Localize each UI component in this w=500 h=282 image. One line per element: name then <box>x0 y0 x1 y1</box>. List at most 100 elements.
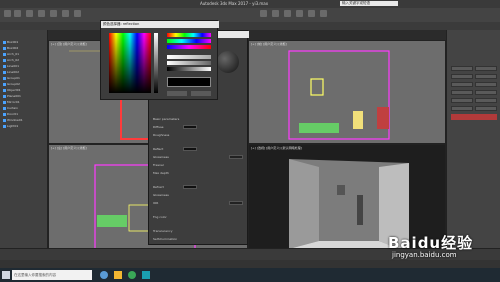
param-label: Max depth <box>153 171 169 175</box>
list-item[interactable]: Group01 <box>3 76 45 80</box>
utilities-button[interactable] <box>475 82 497 87</box>
hierarchy-button[interactable] <box>451 74 473 79</box>
list-item[interactable]: Light01 <box>3 124 45 128</box>
object-type-button[interactable] <box>451 106 473 111</box>
eye-icon[interactable] <box>3 106 6 110</box>
reset-button[interactable] <box>167 91 187 96</box>
list-item[interactable]: Line001 <box>3 64 45 68</box>
refract-swatch[interactable] <box>183 185 197 189</box>
diffuse-swatch[interactable] <box>183 125 197 129</box>
glossiness-field[interactable] <box>229 155 243 159</box>
baidu-watermark: Baidu经验 jingyan.baidu.com <box>384 232 496 262</box>
select-icon[interactable] <box>38 10 45 17</box>
param-label: Fog color <box>153 215 167 219</box>
mirror-icon[interactable] <box>272 10 279 17</box>
list-item[interactable]: Box001 <box>3 40 45 44</box>
undo-icon[interactable] <box>4 10 11 17</box>
list-item[interactable]: Window01 <box>3 118 45 122</box>
create-button[interactable] <box>451 66 473 71</box>
list-item[interactable]: Arch_02 <box>3 58 45 62</box>
saturation-slider[interactable] <box>167 61 211 65</box>
command-panel <box>446 30 500 262</box>
param-label: Diffuse <box>153 125 164 129</box>
modify-button[interactable] <box>475 66 497 71</box>
eye-icon[interactable] <box>3 100 6 104</box>
browser-icon[interactable] <box>100 271 108 279</box>
windows-start-icon[interactable] <box>2 271 10 279</box>
render-setup-icon[interactable] <box>308 10 315 17</box>
rotate-icon[interactable] <box>62 10 69 17</box>
material-editor-icon[interactable] <box>296 10 303 17</box>
material-sphere[interactable] <box>217 51 239 73</box>
whiteness-bar[interactable] <box>154 33 158 93</box>
list-item[interactable]: Curtain <box>3 106 45 110</box>
list-item[interactable]: Group02 <box>3 82 45 86</box>
eye-icon[interactable] <box>3 82 6 86</box>
param-label: Refract <box>153 185 164 189</box>
list-item[interactable]: Box002 <box>3 46 45 50</box>
green-slider[interactable] <box>167 39 211 43</box>
ribbon-bar <box>0 22 500 30</box>
taskbar-search[interactable]: 在这里输入你要搜索的内容 <box>12 270 92 280</box>
ok-button[interactable] <box>191 91 211 96</box>
motion-button[interactable] <box>475 74 497 79</box>
section-title[interactable]: Basic parameters <box>153 117 245 122</box>
object-type-button[interactable] <box>475 106 497 111</box>
eye-icon[interactable] <box>3 88 6 92</box>
window-title: Autodesk 3ds Max 2017 - yi3.max <box>200 1 269 6</box>
dialog-title[interactable]: 颜色选择器: reflection <box>101 21 219 28</box>
eye-icon[interactable] <box>3 124 6 128</box>
viewport-label[interactable]: [+] [顶] [用户定义] [线框] <box>51 42 87 46</box>
scale-icon[interactable] <box>74 10 81 17</box>
blue-slider[interactable] <box>167 45 211 49</box>
hue-slider[interactable] <box>167 55 211 59</box>
app-icon[interactable] <box>128 271 136 279</box>
viewport-label[interactable]: [+] [透视] [用户定义] [默认明暗处理] <box>251 146 302 150</box>
ior-field[interactable] <box>229 201 243 205</box>
param-label: Glossiness <box>153 193 169 197</box>
move-icon[interactable] <box>50 10 57 17</box>
scene-explorer: Box001 Box002 Arch_01 Arch_02 Line001 Li… <box>0 30 48 262</box>
eye-icon[interactable] <box>3 118 6 122</box>
max-app-icon[interactable] <box>142 271 150 279</box>
object-type-button[interactable] <box>475 98 497 103</box>
snap-icon[interactable] <box>260 10 267 17</box>
align-icon[interactable] <box>284 10 291 17</box>
search-input[interactable]: 输入关键字或短语 <box>340 1 398 6</box>
eye-icon[interactable] <box>3 64 6 68</box>
viewport-label[interactable]: [+] [前] [用户定义] [线框] <box>251 42 287 46</box>
object-type-button[interactable] <box>475 90 497 95</box>
reflect-swatch[interactable] <box>183 147 197 151</box>
list-item[interactable]: Plane001 <box>3 94 45 98</box>
object-type-button[interactable] <box>451 98 473 103</box>
hue-spectrum[interactable] <box>109 33 151 93</box>
value-slider[interactable] <box>167 67 211 71</box>
render-icon[interactable] <box>320 10 327 17</box>
watermark-url: jingyan.baidu.com <box>392 251 457 259</box>
link-icon[interactable] <box>26 10 33 17</box>
eye-icon[interactable] <box>3 40 6 44</box>
display-button[interactable] <box>451 82 473 87</box>
eye-icon[interactable] <box>3 52 6 56</box>
color-swatch[interactable] <box>451 114 497 120</box>
folder-icon[interactable] <box>114 271 122 279</box>
watermark-text: Baidu经验 <box>388 234 474 252</box>
eye-icon[interactable] <box>3 70 6 74</box>
list-item[interactable]: Mirror01 <box>3 100 45 104</box>
eye-icon[interactable] <box>3 112 6 116</box>
param-label: Roughness <box>153 133 170 137</box>
eye-icon[interactable] <box>3 58 6 62</box>
list-item[interactable]: Line002 <box>3 70 45 74</box>
viewport-front[interactable]: [+] [前] [用户定义] [线框] <box>248 40 446 144</box>
object-type-button[interactable] <box>451 90 473 95</box>
color-swatch <box>167 77 211 87</box>
eye-icon[interactable] <box>3 46 6 50</box>
list-item[interactable]: Arch_01 <box>3 52 45 56</box>
eye-icon[interactable] <box>3 94 6 98</box>
list-item[interactable]: Object01 <box>3 88 45 92</box>
list-item[interactable]: Door01 <box>3 112 45 116</box>
red-slider[interactable] <box>167 33 211 37</box>
viewport-label[interactable]: [+] [左] [用户定义] [线框] <box>51 146 87 150</box>
eye-icon[interactable] <box>3 76 6 80</box>
redo-icon[interactable] <box>14 10 21 17</box>
